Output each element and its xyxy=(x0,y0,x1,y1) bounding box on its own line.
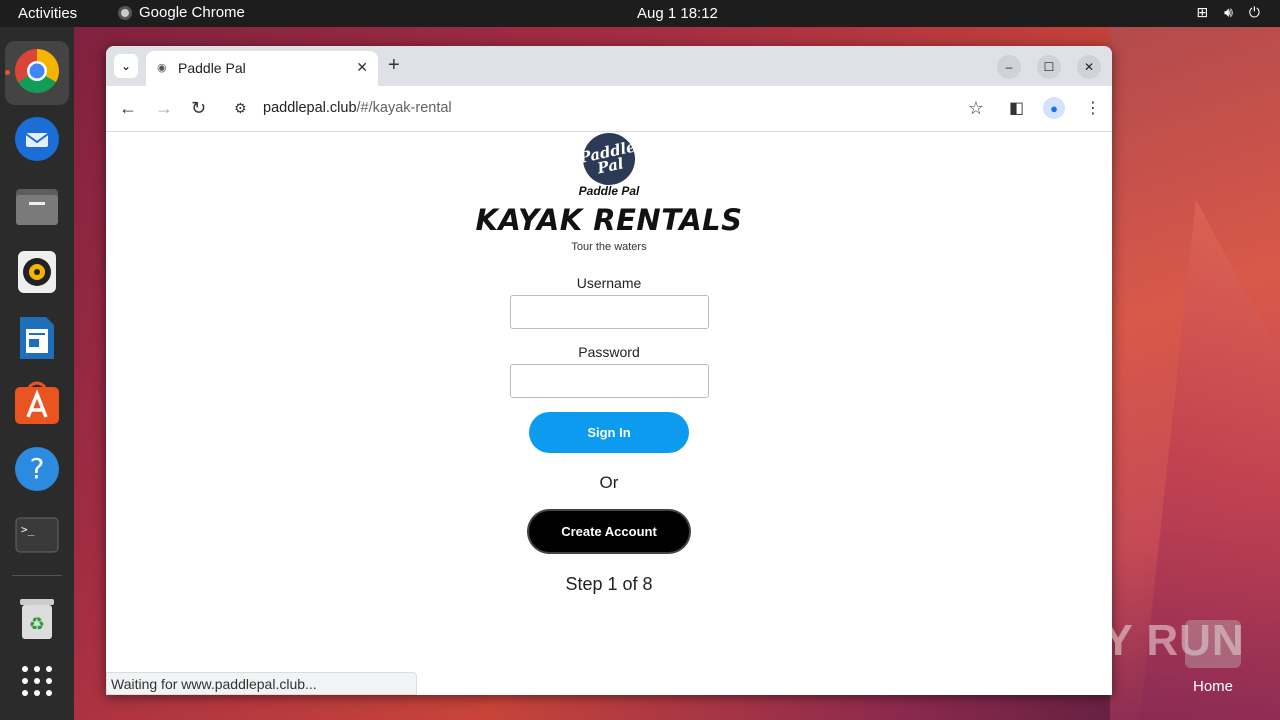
more-menu-icon[interactable]: ⋮ xyxy=(1085,98,1101,118)
tab-paddle-pal[interactable]: ◉ Paddle Pal ✕ xyxy=(146,51,378,86)
volume-icon: 🔊︎ xyxy=(1224,4,1233,20)
help-icon[interactable]: ? xyxy=(13,445,61,493)
clock[interactable]: Aug 1 18:12 xyxy=(637,5,718,22)
password-label: Password xyxy=(578,344,640,360)
page-title: KAYAK RENTALS xyxy=(475,203,743,237)
create-account-button[interactable]: Create Account xyxy=(529,511,689,552)
svg-text:♻: ♻ xyxy=(29,614,45,635)
site-info-icon[interactable]: ⚙ xyxy=(234,100,247,117)
activities-button[interactable]: Activities xyxy=(18,5,77,22)
app-center-icon[interactable] xyxy=(13,379,61,427)
network-icon: ⊞ xyxy=(1196,4,1209,20)
url-path: /#/kayak-rental xyxy=(356,100,452,116)
username-input[interactable] xyxy=(510,295,709,329)
tab-search-chevron-down-icon[interactable]: ⌄ xyxy=(114,54,138,78)
username-label: Username xyxy=(576,275,642,291)
app-name: Google Chrome xyxy=(139,4,245,21)
dock-separator xyxy=(12,575,62,576)
show-apps-icon[interactable] xyxy=(13,657,61,705)
svg-text:>_: >_ xyxy=(21,523,35,536)
browser-toolbar: ← → ↻ ⚙ paddlepal.club/#/kayak-rental ☆ … xyxy=(106,86,1112,132)
chrome-icon[interactable] xyxy=(13,47,61,95)
logo-line-2: Pal xyxy=(595,154,626,178)
minimize-icon[interactable]: – xyxy=(997,55,1021,79)
home-folder-label: Home xyxy=(1192,678,1233,695)
terminal-icon[interactable]: >_ xyxy=(13,511,61,559)
close-window-icon[interactable]: ✕ xyxy=(1077,55,1101,79)
app-menu[interactable]: Google Chrome xyxy=(118,4,245,21)
url-text[interactable]: paddlepal.club/#/kayak-rental xyxy=(263,100,452,116)
power-icon: ⏻ xyxy=(1248,4,1260,20)
url-host: paddlepal.club xyxy=(263,100,357,116)
profile-avatar-icon: ● xyxy=(1043,97,1065,119)
web-page: Paddle Pal Paddle Pal KAYAK RENTALS Tour … xyxy=(106,128,1112,695)
tab-title: Paddle Pal xyxy=(178,60,246,76)
paddle-pal-logo[interactable]: Paddle Pal xyxy=(578,128,640,190)
step-indicator: Step 1 of 8 xyxy=(565,574,653,594)
address-bar[interactable]: ⚙ paddlepal.club/#/kayak-rental ☆ xyxy=(224,91,994,127)
dock: ? >_ ♻ xyxy=(0,27,74,720)
reload-icon[interactable]: ↻ xyxy=(191,98,206,118)
side-panel-icon[interactable]: ◧ xyxy=(1009,98,1024,118)
system-top-bar: Activities Google Chrome Aug 1 18:12 ⊞ 🔊… xyxy=(0,0,1280,27)
trash-icon[interactable]: ♻ xyxy=(13,595,61,643)
running-indicator xyxy=(5,70,10,75)
rhythmbox-icon[interactable] xyxy=(13,248,61,296)
profile-button[interactable]: ● xyxy=(1043,97,1065,119)
status-bubble: Waiting for www.paddlepal.club... xyxy=(106,672,417,695)
forward-arrow-icon[interactable]: → xyxy=(155,98,173,118)
home-folder-icon[interactable] xyxy=(1185,620,1241,668)
password-input[interactable] xyxy=(510,364,709,398)
writer-icon[interactable] xyxy=(13,314,61,362)
logo-caption: Paddle Pal xyxy=(578,184,640,198)
back-arrow-icon[interactable]: ← xyxy=(119,98,137,118)
tab-strip: ⌄ ◉ Paddle Pal ✕ + – ☐ ✕ xyxy=(106,46,1112,86)
bookmark-star-icon[interactable]: ☆ xyxy=(968,98,984,119)
loading-favicon-icon: ◉ xyxy=(157,62,167,74)
page-subtitle: Tour the waters xyxy=(571,241,647,253)
sign-in-button[interactable]: Sign In xyxy=(529,412,689,453)
thunderbird-icon[interactable] xyxy=(13,115,61,163)
new-tab-plus-icon[interactable]: + xyxy=(388,55,400,75)
tab-close-icon[interactable]: ✕ xyxy=(356,59,368,76)
maximize-icon[interactable]: ☐ xyxy=(1037,55,1061,79)
system-tray[interactable]: ⊞ 🔊︎ ⏻ xyxy=(1196,4,1260,21)
files-icon[interactable] xyxy=(13,182,61,230)
or-divider-text: Or xyxy=(599,473,619,492)
chrome-small-icon xyxy=(118,5,132,20)
svg-text:?: ? xyxy=(30,452,45,485)
browser-window: ⌄ ◉ Paddle Pal ✕ + – ☐ ✕ ← → ↻ ⚙ paddlep… xyxy=(106,46,1112,695)
